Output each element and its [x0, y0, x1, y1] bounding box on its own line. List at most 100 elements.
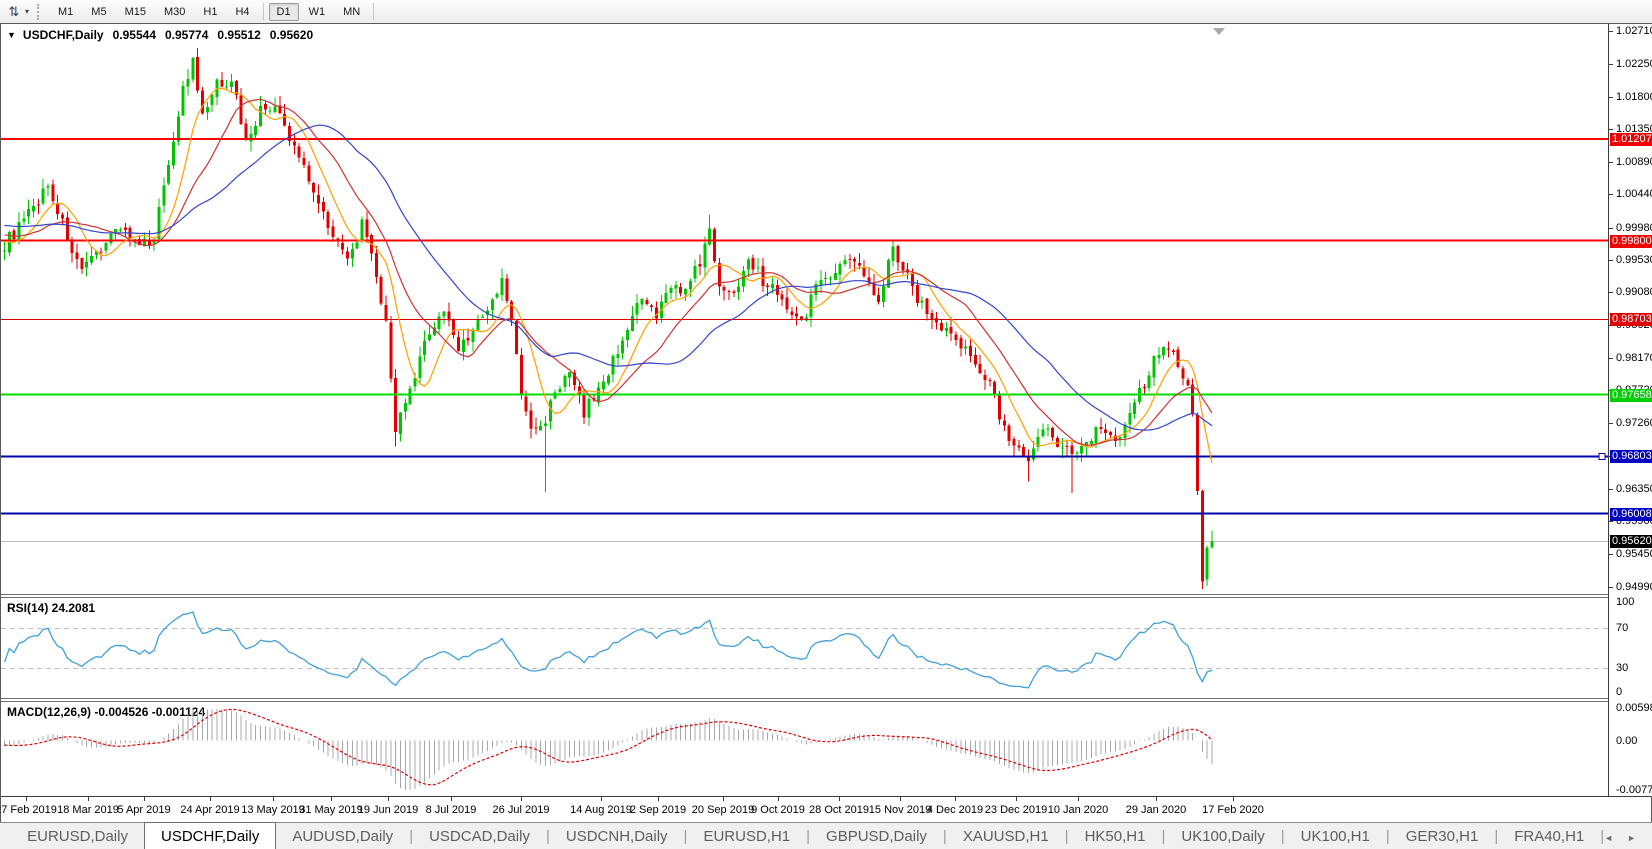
- timeframe-button-w1[interactable]: W1: [301, 3, 334, 21]
- price-axis-tick: 1.02710: [1616, 25, 1652, 37]
- chart-tab-eurusd-daily[interactable]: EURUSD,Daily: [11, 825, 144, 849]
- axis-tick: [1609, 554, 1613, 555]
- axis-tick: [1609, 31, 1613, 32]
- date-label: 17 Feb 2020: [1202, 804, 1264, 816]
- price-axis-tick: 0.94990: [1616, 581, 1652, 593]
- chart-tab-audusd-daily[interactable]: AUDUSD,Daily: [276, 825, 409, 849]
- price-axis-tick: 0.98170: [1616, 352, 1652, 364]
- chart-tab-uk100-daily[interactable]: UK100,Daily: [1165, 825, 1280, 849]
- date-label: 14 Aug 2019: [570, 804, 632, 816]
- toolbar-separator: [373, 3, 374, 20]
- time-axis-tick: [451, 797, 452, 801]
- macd-chart-canvas[interactable]: [1, 702, 1608, 796]
- date-label: 13 May 2019: [241, 804, 305, 816]
- date-label: 10 Jan 2020: [1048, 804, 1109, 816]
- date-label: 29 Jan 2020: [1126, 804, 1187, 816]
- time-axis-tick: [521, 797, 522, 801]
- rsi-axis-label: 70: [1616, 622, 1628, 634]
- chart-tab-xauusd-h1[interactable]: XAUUSD,H1: [947, 825, 1065, 849]
- time-axis-tick: [1016, 797, 1017, 801]
- charts-toolbar-icon[interactable]: ⇅: [4, 3, 24, 21]
- timeframe-button-m30[interactable]: M30: [156, 3, 193, 21]
- axis-tick: [1609, 194, 1613, 195]
- time-axis-tick: [273, 797, 274, 801]
- rsi-chart-canvas[interactable]: [1, 598, 1608, 698]
- timeframe-button-m1[interactable]: M1: [50, 3, 81, 21]
- tab-scroll-right-icon[interactable]: ►: [1627, 833, 1636, 843]
- chart-tab-ger30-h1[interactable]: GER30,H1: [1390, 825, 1495, 849]
- price-chart-canvas[interactable]: [1, 25, 1608, 594]
- time-axis-tick: [388, 797, 389, 801]
- timeframe-button-m5[interactable]: M5: [83, 3, 114, 21]
- date-label: 28 Oct 2019: [809, 804, 869, 816]
- time-axis-tick: [601, 797, 602, 801]
- macd-axis-label: 0.00: [1616, 735, 1637, 747]
- price-axis-tick: 1.00890: [1616, 156, 1652, 168]
- axis-tick: [1609, 292, 1613, 293]
- time-axis-tick: [331, 797, 332, 801]
- axis-tick: [1609, 587, 1613, 588]
- macd-axis-label: -0.007737: [1616, 784, 1652, 796]
- time-axis-tick: [1078, 797, 1079, 801]
- chart-tab-gbpusd-daily[interactable]: GBPUSD,Daily: [810, 825, 943, 849]
- date-label: 18 Mar 2019: [57, 804, 119, 816]
- axis-tick: [1609, 260, 1613, 261]
- date-label: 19 Jun 2019: [358, 804, 419, 816]
- timeframe-button-d1[interactable]: D1: [269, 3, 299, 21]
- date-label: 26 Jul 2019: [493, 804, 550, 816]
- toolbar-separator: [263, 3, 264, 20]
- chart-shift-marker-icon[interactable]: [1213, 28, 1225, 35]
- chart-window: ▼ USDCHF,Daily 0.95544 0.95774 0.95512 0…: [0, 23, 1652, 823]
- time-axis[interactable]: 27 Feb 201918 Mar 20195 Apr 201924 Apr 2…: [1, 796, 1651, 823]
- timeframe-button-h1[interactable]: H1: [195, 3, 225, 21]
- price-axis-tick: 0.97260: [1616, 417, 1652, 429]
- axis-tick: [1609, 162, 1613, 163]
- timeframe-button-m15[interactable]: M15: [117, 3, 154, 21]
- time-axis-tick: [900, 797, 901, 801]
- rsi-axis-label: 30: [1616, 662, 1628, 674]
- chart-tab-usdcad-daily[interactable]: USDCAD,Daily: [413, 825, 546, 849]
- axis-tick: [1609, 97, 1613, 98]
- toolbar-drag-grip[interactable]: [37, 4, 44, 20]
- price-axis[interactable]: 1.027101.022501.018001.013501.008901.004…: [1609, 24, 1652, 796]
- chart-tab-fra40-h1[interactable]: FRA40,H1: [1498, 825, 1600, 849]
- axis-tick: [1609, 64, 1613, 65]
- axis-tick: [1609, 521, 1613, 522]
- price-axis-tick: 0.99530: [1616, 254, 1652, 266]
- time-axis-tick: [88, 797, 89, 801]
- level-price-label: 0.96008: [1610, 508, 1652, 521]
- tab-scroll-left-icon[interactable]: ◄: [1604, 833, 1613, 843]
- axis-tick: [1609, 228, 1613, 229]
- chart-tab-hk50-h1[interactable]: HK50,H1: [1069, 825, 1162, 849]
- price-axis-tick: 0.95450: [1616, 548, 1652, 560]
- time-axis-tick: [26, 797, 27, 801]
- timeframe-button-mn[interactable]: MN: [335, 3, 368, 21]
- tab-scroll-controls: ◄►: [1604, 833, 1652, 849]
- time-axis-tick: [839, 797, 840, 801]
- chart-tab-eurusd-h1[interactable]: EURUSD,H1: [687, 825, 806, 849]
- chevron-down-icon[interactable]: ▾: [25, 7, 29, 16]
- chart-tab-usdcnh-daily[interactable]: USDCNH,Daily: [550, 825, 684, 849]
- time-axis-tick: [144, 797, 145, 801]
- chart-tab-bar: EURUSD,DailyUSDCHF,DailyAUDUSD,Daily|USD…: [0, 822, 1652, 849]
- price-axis-tick: 0.96350: [1616, 483, 1652, 495]
- rsi-axis-label: 0: [1616, 686, 1622, 698]
- level-price-label: 0.97658: [1610, 389, 1652, 402]
- time-axis-tick: [1233, 797, 1234, 801]
- axis-tick: [1609, 489, 1613, 490]
- price-axis-tick: 0.99080: [1616, 286, 1652, 298]
- time-axis-tick: [955, 797, 956, 801]
- date-label: 20 Sep 2019: [692, 804, 754, 816]
- time-axis-tick: [658, 797, 659, 801]
- date-label: 24 Apr 2019: [180, 804, 239, 816]
- price-axis-tick: 1.00440: [1616, 188, 1652, 200]
- time-axis-tick: [1156, 797, 1157, 801]
- date-label: 4 Dec 2019: [927, 804, 983, 816]
- date-label: 5 Apr 2019: [117, 804, 170, 816]
- chart-tab-usdchf-daily[interactable]: USDCHF,Daily: [144, 822, 276, 849]
- axis-tick: [1609, 423, 1613, 424]
- chart-tab-uk100-h1[interactable]: UK100,H1: [1285, 825, 1386, 849]
- time-axis-tick: [723, 797, 724, 801]
- time-axis-tick: [778, 797, 779, 801]
- timeframe-button-h4[interactable]: H4: [227, 3, 257, 21]
